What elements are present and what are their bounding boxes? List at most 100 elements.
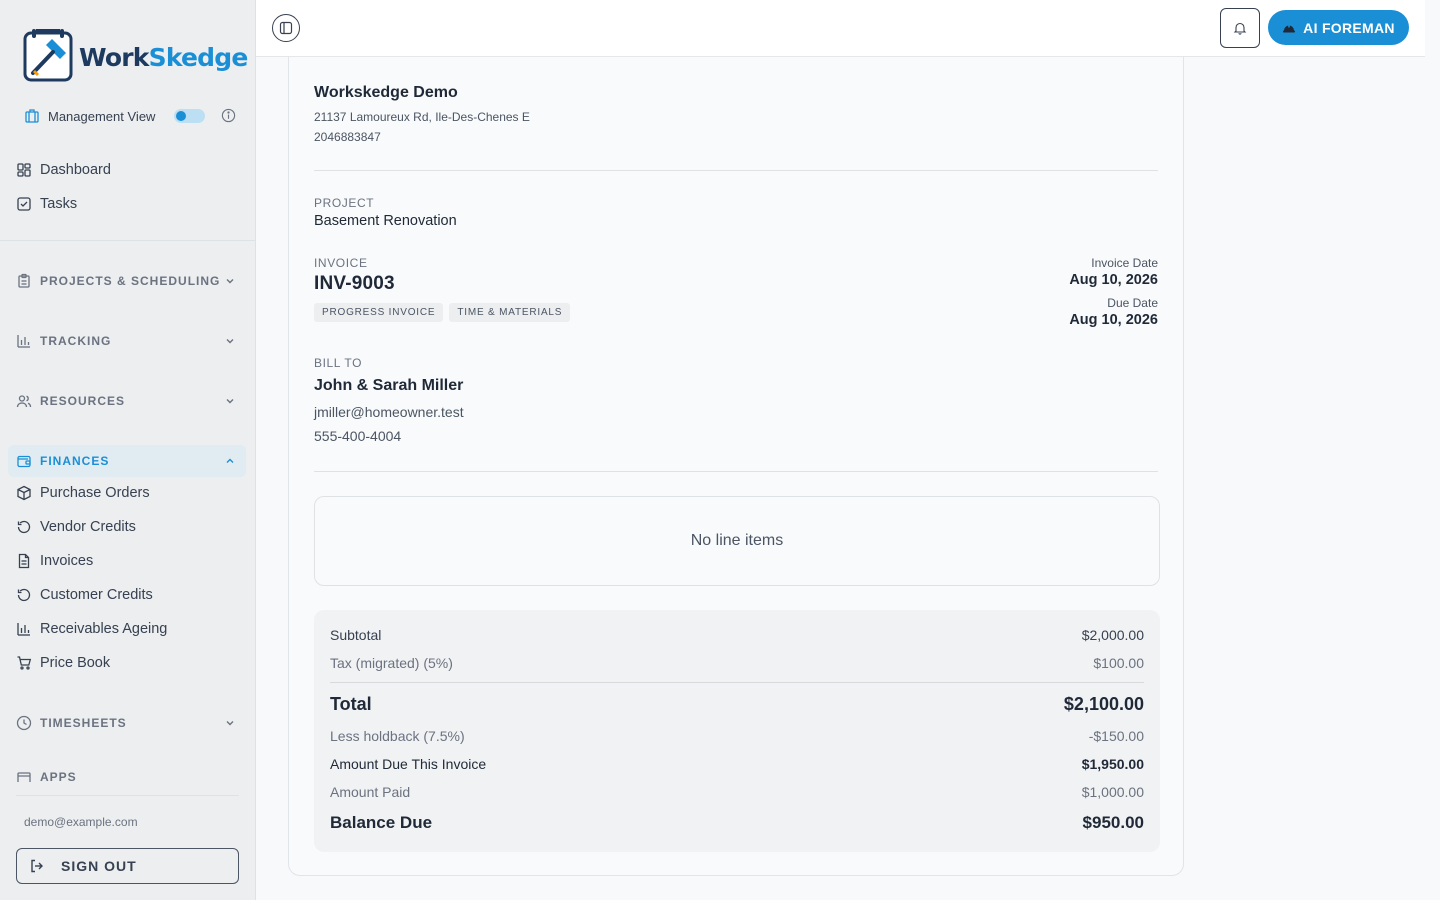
section-timesheets[interactable]: TIMESHEETS	[8, 707, 246, 739]
refresh-icon	[17, 588, 31, 602]
sidebar-item-vendor-credits[interactable]: Vendor Credits	[16, 515, 246, 539]
section-label: APPS	[40, 770, 77, 782]
sidebar-item-label: Purchase Orders	[40, 485, 150, 501]
tax-value: $100.00	[1093, 655, 1144, 671]
company-address: 21137 Lamoureux Rd, Ile-Des-Chenes E	[314, 110, 530, 124]
invoice-number: INV-9003	[314, 273, 395, 294]
chevron-down-icon	[226, 279, 234, 284]
sidebar-item-label: Price Book	[40, 655, 111, 671]
project-label: PROJECT	[314, 196, 375, 210]
amount-paid-value: $1,000.00	[1081, 784, 1144, 800]
section-label: TRACKING	[40, 334, 112, 348]
info-icon[interactable]	[221, 108, 236, 123]
invoice-date-label: Invoice Date	[1091, 256, 1158, 270]
balance-due-label: Balance Due	[330, 813, 433, 832]
due-date-label: Due Date	[1107, 296, 1158, 310]
amount-due-row: Amount Due This Invoice $1,950.00	[330, 756, 1144, 772]
management-view-toggle[interactable]	[174, 109, 205, 123]
bill-to-name: John & Sarah Miller	[314, 377, 464, 394]
document-icon	[18, 553, 30, 569]
section-label: RESOURCES	[40, 394, 126, 408]
subtotal-row: Subtotal $2,000.00	[330, 627, 1144, 643]
section-divider	[314, 170, 1158, 171]
chevron-up-icon	[226, 458, 234, 463]
section-label: PROJECTS & SCHEDULING	[40, 274, 221, 288]
management-view-row: Management View	[24, 106, 236, 126]
apps-icon	[17, 772, 31, 782]
subtotal-label: Subtotal	[330, 627, 382, 643]
amount-paid-row: Amount Paid $1,000.00	[330, 784, 1144, 800]
bill-to-email: jmiller@homeowner.test	[314, 404, 464, 420]
section-label: TIMESHEETS	[40, 716, 127, 730]
toggle-sidebar-button[interactable]	[272, 14, 300, 42]
sidebar-item-dashboard[interactable]: Dashboard	[16, 158, 246, 182]
line-items-empty: No line items	[314, 496, 1160, 586]
amount-paid-label: Amount Paid	[330, 784, 411, 800]
building-icon	[25, 109, 39, 123]
cart-icon	[17, 656, 32, 670]
invoice-label: INVOICE	[314, 256, 368, 270]
chevron-down-icon	[226, 721, 234, 726]
box-icon	[17, 485, 31, 501]
section-finances[interactable]: FINANCES	[8, 445, 246, 477]
workskedge-logo[interactable]: WorkSkedge	[22, 26, 248, 84]
bill-to-label: BILL TO	[314, 356, 363, 370]
total-label: Total	[330, 694, 372, 714]
amount-due-label: Amount Due This Invoice	[330, 756, 487, 772]
chevron-down-icon	[226, 399, 234, 404]
sidebar-item-label: Receivables Ageing	[40, 621, 168, 637]
refresh-icon	[17, 520, 31, 534]
holdback-value: -$150.00	[1088, 728, 1144, 744]
tax-row: Tax (migrated) (5%) $100.00	[330, 655, 1144, 671]
tag-time-materials: TIME & MATERIALS	[449, 303, 571, 322]
sidebar-item-label: Invoices	[40, 553, 94, 569]
sidebar-item-invoices[interactable]: Invoices	[16, 549, 246, 573]
sidebar-item-customer-credits[interactable]: Customer Credits	[16, 583, 246, 607]
sidebar-item-receivables-ageing[interactable]: Receivables Ageing	[16, 617, 246, 641]
bell-icon	[1233, 22, 1247, 35]
sidebar-item-tasks[interactable]: Tasks	[16, 192, 246, 216]
logo-hammer-icon	[22, 27, 74, 83]
section-label: FINANCES	[40, 454, 110, 468]
sidebar-panel-icon	[279, 21, 293, 35]
subtotal-value: $2,000.00	[1081, 627, 1144, 643]
hard-hat-icon	[1283, 24, 1296, 32]
section-resources[interactable]: RESOURCES	[8, 385, 246, 417]
balance-due-value: $950.00	[1082, 813, 1144, 832]
bar-chart-icon	[17, 623, 30, 636]
ai-foreman-label: AI FOREMAN	[1303, 19, 1395, 36]
sign-out-button[interactable]: SIGN OUT	[16, 848, 239, 884]
total-row: Total $2,100.00	[330, 694, 1144, 715]
sidebar-divider	[0, 240, 255, 241]
section-projects-scheduling[interactable]: PROJECTS & SCHEDULING	[8, 265, 246, 297]
management-view-label: Management View	[48, 108, 156, 124]
amount-due-value: $1,950.00	[1081, 756, 1144, 772]
sidebar-item-price-book[interactable]: Price Book	[16, 651, 246, 675]
toggle-knob	[176, 111, 186, 121]
clock-icon	[16, 715, 32, 731]
due-date: Aug 10, 2026	[1069, 312, 1158, 328]
logo-text: WorkSkedge	[79, 42, 248, 72]
tag-progress-invoice: PROGRESS INVOICE	[314, 303, 444, 322]
ai-foreman-button[interactable]: AI FOREMAN	[1268, 10, 1409, 45]
sidebar-item-purchase-orders[interactable]: Purchase Orders	[16, 481, 246, 505]
top-bar: AI FOREMAN	[256, 0, 1425, 57]
wallet-icon	[17, 455, 31, 468]
section-tracking[interactable]: TRACKING	[8, 325, 246, 357]
section-apps[interactable]: APPS	[8, 766, 246, 782]
totals-divider	[330, 682, 1144, 683]
holdback-label: Less holdback (7.5%)	[330, 728, 465, 744]
notifications-button[interactable]	[1220, 8, 1260, 48]
totals-panel: Subtotal $2,000.00 Tax (migrated) (5%) $…	[314, 610, 1160, 852]
sidebar-item-label: Tasks	[40, 196, 78, 212]
sidebar: WorkSkedge Management View Dashboard Tas…	[0, 0, 256, 900]
sidebar-item-label: Customer Credits	[40, 587, 153, 603]
project-name: Basement Renovation	[314, 213, 457, 229]
bill-to-phone: 555-400-4004	[314, 428, 402, 444]
page-scrollbar[interactable]	[1425, 0, 1440, 900]
holdback-row: Less holdback (7.5%) -$150.00	[330, 728, 1144, 744]
balance-due-row: Balance Due $950.00	[330, 813, 1144, 833]
dashboard-icon	[17, 163, 31, 177]
sidebar-divider	[16, 795, 239, 796]
sidebar-item-label: Vendor Credits	[40, 519, 136, 535]
